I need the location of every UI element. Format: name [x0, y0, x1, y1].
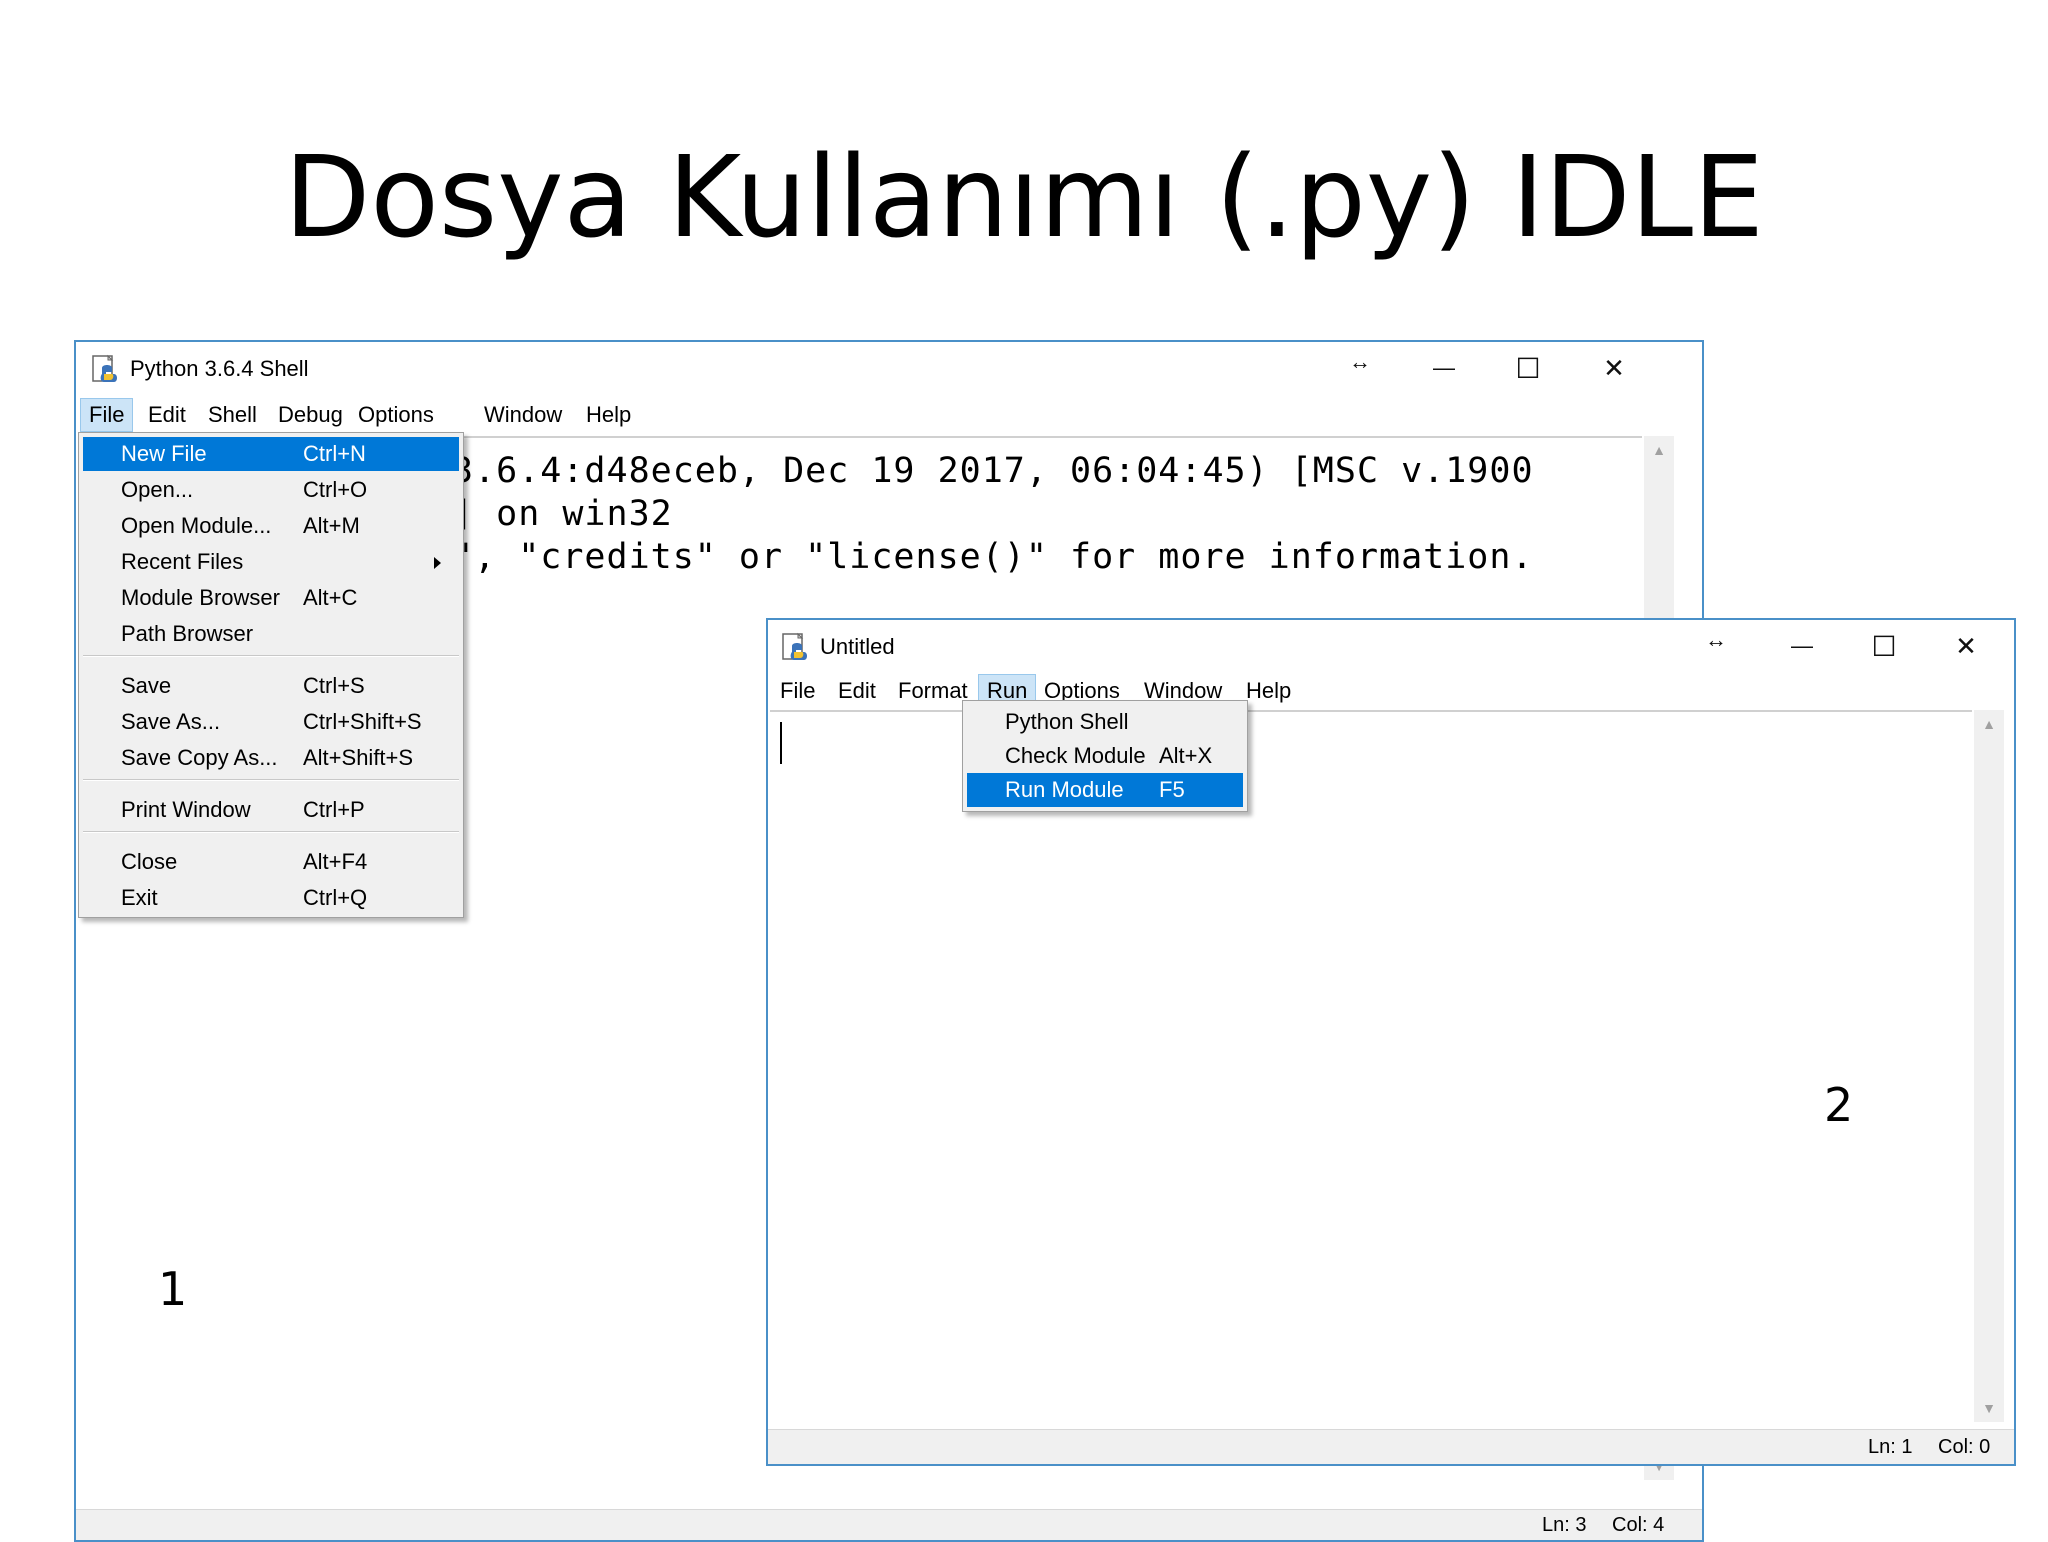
- menu-shell[interactable]: Shell: [200, 398, 265, 432]
- text-cursor: [780, 722, 782, 764]
- shell-output-line: ", "credits" or "license()" for more inf…: [452, 537, 1534, 577]
- menu-window[interactable]: Window: [476, 398, 570, 432]
- file-menu-item[interactable]: Path Browser: [83, 617, 459, 651]
- menu-item-label: Check Module: [1005, 743, 1146, 768]
- file-menu-item[interactable]: Exit Ctrl+Q: [83, 881, 459, 915]
- editor-text-area[interactable]: [770, 710, 1972, 1424]
- minimize-button[interactable]: —: [1772, 626, 1832, 666]
- status-line: Ln: 1: [1868, 1436, 1913, 1458]
- scroll-down-icon[interactable]: ▼: [1972, 1400, 2006, 1416]
- run-menu-dropdown: Python Shell Check Module Alt+X Run Module F…: [962, 700, 1248, 812]
- menu-item-shortcut: F5: [1159, 777, 1185, 802]
- menu-item-label: Exit: [121, 885, 158, 910]
- menu-item-shortcut: Ctrl+Shift+S: [303, 709, 422, 734]
- file-menu-item[interactable]: Save As... Ctrl+Shift+S: [83, 705, 459, 739]
- menu-edit[interactable]: Edit: [140, 398, 194, 432]
- menu-separator: [83, 655, 459, 657]
- shell-title-bar[interactable]: Python 3.6.4 Shell ↔ — ☐ ✕: [76, 342, 1702, 396]
- menu-item-label: Path Browser: [121, 621, 254, 646]
- editor-scrollbar[interactable]: ▲ ▼: [1974, 710, 2004, 1422]
- shell-status-bar: Ln: 3 Col: 4: [76, 1509, 1702, 1540]
- menu-item-label: Recent Files: [121, 549, 244, 574]
- menu-item-shortcut: Alt+X: [1159, 743, 1213, 768]
- menu-help[interactable]: Help: [578, 398, 639, 432]
- scroll-up-icon[interactable]: ▲: [1642, 442, 1676, 458]
- menu-item-label: Module Browser: [121, 585, 280, 610]
- shell-menubar: File Edit Shell Debug Options Window Hel…: [76, 398, 1702, 434]
- maximize-button[interactable]: ☐: [1498, 348, 1558, 388]
- label-one: 1: [158, 1262, 188, 1316]
- menu-item-label: Open...: [121, 477, 194, 502]
- run-menu-item[interactable]: Check Module Alt+X: [967, 739, 1243, 773]
- run-menu-item[interactable]: Run Module F5: [967, 773, 1243, 807]
- slide-title: Dosya Kullanımı (.py) IDLE: [284, 133, 1764, 263]
- file-menu-item[interactable]: Open... Ctrl+O: [83, 473, 459, 507]
- menu-item-label: Python Shell: [1005, 709, 1129, 734]
- menu-separator: [83, 779, 459, 781]
- menu-item-shortcut: Alt+Shift+S: [303, 745, 414, 770]
- close-button[interactable]: ✕: [1584, 348, 1644, 388]
- menu-item-label: Save As...: [121, 709, 221, 734]
- file-menu-item[interactable]: Open Module... Alt+M: [83, 509, 459, 543]
- menu-item-shortcut: Alt+M: [303, 513, 360, 538]
- menu-item-label: New File: [121, 441, 207, 466]
- python-idle-icon: [90, 354, 120, 384]
- shell-output-line: ] on win32: [452, 494, 673, 534]
- file-menu-item[interactable]: New File Ctrl+N: [83, 437, 459, 471]
- menu-item-shortcut: Alt+F4: [303, 849, 368, 874]
- menu-item-shortcut: Ctrl+P: [303, 797, 365, 822]
- menu-item-label: Close: [121, 849, 178, 874]
- editor-status-bar: Ln: 1 Col: 0: [768, 1429, 2014, 1464]
- close-button[interactable]: ✕: [1936, 626, 1996, 666]
- run-menu-item[interactable]: Python Shell: [967, 705, 1243, 739]
- menu-item-shortcut: Ctrl+N: [303, 441, 366, 466]
- menu-item-shortcut: Ctrl+Q: [303, 885, 368, 910]
- menu-file[interactable]: File: [80, 398, 134, 432]
- menu-edit[interactable]: Edit: [830, 674, 884, 708]
- menu-item-label: Save Copy As...: [121, 745, 278, 770]
- menu-item-label: Print Window: [121, 797, 251, 822]
- editor-title-bar[interactable]: Untitled ↔ — ☐ ✕: [768, 620, 2014, 674]
- menu-item-shortcut: Ctrl+S: [303, 673, 365, 698]
- shell-output-line: 3.6.4:d48eceb, Dec 19 2017, 06:04:45) [M…: [452, 451, 1534, 491]
- resize-icon[interactable]: ↔: [1686, 620, 1746, 660]
- editor-menubar: File Edit Format Run Options Window Help: [768, 674, 2014, 710]
- submenu-arrow-icon: [434, 557, 441, 569]
- file-menu-item[interactable]: Save Ctrl+S: [83, 669, 459, 703]
- status-col: Col: 0: [1938, 1436, 1991, 1458]
- maximize-button[interactable]: ☐: [1854, 626, 1914, 666]
- file-menu-item[interactable]: Close Alt+F4: [83, 845, 459, 879]
- editor-window-title: Untitled: [820, 634, 895, 659]
- shell-window-title: Python 3.6.4 Shell: [130, 356, 309, 381]
- menu-options[interactable]: Options: [350, 398, 442, 432]
- file-menu-item[interactable]: Print Window Ctrl+P: [83, 793, 459, 827]
- file-menu-item[interactable]: Module Browser Alt+C: [83, 581, 459, 615]
- menu-item-shortcut: Ctrl+O: [303, 477, 368, 502]
- label-two: 2: [1824, 1078, 1854, 1132]
- menu-item-shortcut: Alt+C: [303, 585, 358, 610]
- file-menu-item[interactable]: Save Copy As... Alt+Shift+S: [83, 741, 459, 775]
- menu-item-label: Save: [121, 673, 172, 698]
- editor-window: Untitled ↔ — ☐ ✕ File Edit Format Run Op…: [766, 618, 2016, 1466]
- python-idle-icon: [780, 632, 810, 662]
- menu-item-label: Run Module: [1005, 777, 1124, 802]
- resize-icon[interactable]: ↔: [1330, 342, 1390, 382]
- menu-debug[interactable]: Debug: [270, 398, 351, 432]
- file-menu-item[interactable]: Recent Files: [83, 545, 459, 579]
- menu-item-label: Open Module...: [121, 513, 272, 538]
- scroll-up-icon[interactable]: ▲: [1972, 716, 2006, 732]
- minimize-button[interactable]: —: [1414, 348, 1474, 388]
- file-menu-dropdown: New File Ctrl+N Open... Ctrl+O Open Module..…: [78, 432, 464, 918]
- menu-file[interactable]: File: [772, 674, 823, 708]
- menu-separator: [83, 831, 459, 833]
